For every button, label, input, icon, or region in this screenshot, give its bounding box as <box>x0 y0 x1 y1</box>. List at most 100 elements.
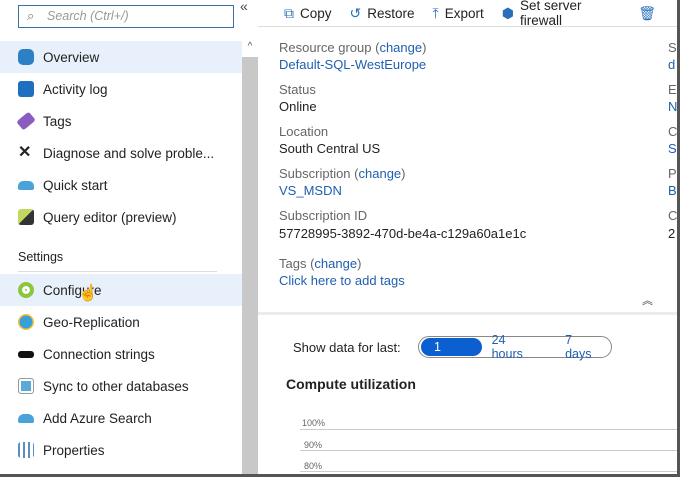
sidebar-item-sync[interactable]: Sync to other databases <box>0 370 242 402</box>
subscription-id-label: Subscription ID <box>279 208 368 223</box>
set-server-firewall-button[interactable]: ⬢ Set server firewall <box>502 0 620 28</box>
search-placeholder: Search (Ctrl+/) <box>47 9 129 23</box>
trash-icon: 🗑 <box>638 4 656 21</box>
sidebar-item-configure[interactable]: Configure <box>0 274 242 306</box>
sidebar-item-label: Add Azure Search <box>43 410 152 426</box>
resource-group-label: Resource group (change) <box>279 40 427 55</box>
gridline <box>300 429 680 430</box>
query-editor-icon <box>18 209 34 225</box>
search-input[interactable]: ⌕ Search (Ctrl+/) <box>18 5 234 28</box>
sql-database-icon <box>18 49 34 65</box>
collapse-essentials-icon[interactable]: ︽ <box>642 292 653 308</box>
toolbar: ⧉ Copy ↺ Restore ⤒ Export ⬢ Set server firew… <box>258 0 680 28</box>
hand-cursor-icon: ☝ <box>78 285 98 302</box>
connection-icon <box>18 350 34 358</box>
sidebar-item-diagnose[interactable]: ✕ Diagnose and solve proble... <box>0 137 242 169</box>
time-range-24-hours[interactable]: 24 hours <box>482 333 549 361</box>
y-tick-label: 90% <box>304 440 323 450</box>
truncated-label: E <box>668 82 677 97</box>
sidebar-item-label: Query editor (preview) <box>43 209 177 225</box>
sidebar-item-properties[interactable]: Properties <box>0 434 242 466</box>
scroll-up-icon[interactable]: ^ <box>242 41 258 57</box>
settings-heading: Settings <box>18 250 64 264</box>
chart-title: Compute utilization <box>286 376 416 392</box>
sidebar-item-overview[interactable]: Overview <box>0 41 242 73</box>
globe-icon <box>18 314 34 330</box>
firewall-label: Set server firewall <box>520 0 582 28</box>
change-subscription-link[interactable]: change <box>359 166 402 181</box>
y-tick-label: 80% <box>304 461 323 471</box>
truncated-label: C <box>668 208 678 223</box>
search-icon: ⌕ <box>27 8 35 23</box>
time-range-selector: 1 hour 24 hours 7 days <box>418 333 612 372</box>
copy-icon: ⧉ <box>284 4 294 21</box>
copy-button[interactable]: ⧉ Copy <box>284 5 332 22</box>
sidebar-item-activity-log[interactable]: Activity log <box>0 73 242 105</box>
export-button[interactable]: ⤒ Export <box>433 5 484 22</box>
overview-panel: ⧉ Copy ↺ Restore ⤒ Export ⬢ Set server firew… <box>258 0 680 477</box>
sidebar-item-label: Geo-Replication <box>43 314 140 330</box>
sidebar-item-label: Activity log <box>43 81 108 97</box>
cloud-icon <box>18 180 34 190</box>
gridline <box>300 471 680 472</box>
sidebar-item-tags[interactable]: Tags <box>0 105 242 137</box>
sidebar-item-label: Sync to other databases <box>43 378 189 394</box>
sidebar-item-label: Diagnose and solve proble... <box>43 145 215 161</box>
sidebar: ⌕ Search (Ctrl+/) « Overview Activity lo… <box>0 0 248 477</box>
sidebar-item-label: Tags <box>43 113 72 129</box>
location-value: South Central US <box>279 141 381 156</box>
truncated-label: P <box>668 166 677 181</box>
resource-group-link[interactable]: Default-SQL-WestEurope <box>279 57 426 72</box>
gridline <box>300 450 680 451</box>
sync-icon <box>18 378 34 394</box>
tag-icon <box>16 111 36 131</box>
add-tags-link[interactable]: Click here to add tags <box>279 273 405 288</box>
sidebar-item-label: Quick start <box>43 177 108 193</box>
tags-label: Tags (change) <box>279 256 362 271</box>
restore-button[interactable]: ↺ Restore <box>350 5 415 22</box>
truncated-value[interactable]: S <box>668 141 677 156</box>
subscription-label: Subscription (change) <box>279 166 406 181</box>
configure-icon <box>18 282 34 298</box>
time-range-1-hour[interactable]: 1 hour <box>421 338 482 372</box>
status-label: Status <box>279 82 316 97</box>
truncated-value[interactable]: N <box>668 99 677 114</box>
time-range-7-days[interactable]: 7 days <box>549 333 611 361</box>
location-label: Location <box>279 124 329 139</box>
y-tick-label: 100% <box>302 418 326 428</box>
sidebar-item-label: Connection strings <box>43 346 155 362</box>
properties-icon <box>18 442 34 458</box>
wrench-screwdriver-icon: ✕ <box>18 144 32 161</box>
sidebar-item-query-editor[interactable]: Query editor (preview) <box>0 201 242 233</box>
collapse-sidebar-icon[interactable]: « <box>240 0 248 14</box>
sidebar-item-label: Overview <box>43 49 100 65</box>
truncated-label: C <box>668 124 678 139</box>
status-value: Online <box>279 99 317 114</box>
show-data-label: Show data for last: <box>293 340 401 355</box>
export-icon: ⤒ <box>432 4 439 21</box>
truncated-label: S <box>668 40 677 55</box>
sidebar-item-connection-strings[interactable]: Connection strings <box>0 338 242 370</box>
delete-button[interactable]: 🗑 <box>638 5 662 22</box>
sidebar-scrollbar[interactable] <box>242 41 258 477</box>
subscription-link[interactable]: VS_MSDN <box>279 183 342 198</box>
restore-label: Restore <box>367 5 415 21</box>
export-label: Export <box>444 5 484 21</box>
change-tags-link[interactable]: change <box>314 256 357 271</box>
subscription-id-value: 57728995-3892-470d-be4a-c129a60a1e1c <box>279 226 527 241</box>
sidebar-item-geo-replication[interactable]: Geo-Replication <box>0 306 242 338</box>
truncated-value: 2 <box>668 226 676 241</box>
activity-log-icon <box>18 81 34 97</box>
sidebar-item-label: Properties <box>43 442 105 458</box>
change-resource-group-link[interactable]: change <box>379 40 422 55</box>
truncated-value[interactable]: d <box>668 57 675 72</box>
azure-search-icon <box>18 413 34 423</box>
copy-label: Copy <box>300 5 332 21</box>
sidebar-item-azure-search[interactable]: Add Azure Search <box>0 402 242 434</box>
shield-icon: ⬢ <box>501 4 514 21</box>
restore-icon: ↺ <box>349 4 362 21</box>
divider <box>258 312 680 315</box>
sidebar-item-quick-start[interactable]: Quick start <box>0 169 242 201</box>
truncated-value[interactable]: B <box>668 183 677 198</box>
divider <box>18 271 217 272</box>
